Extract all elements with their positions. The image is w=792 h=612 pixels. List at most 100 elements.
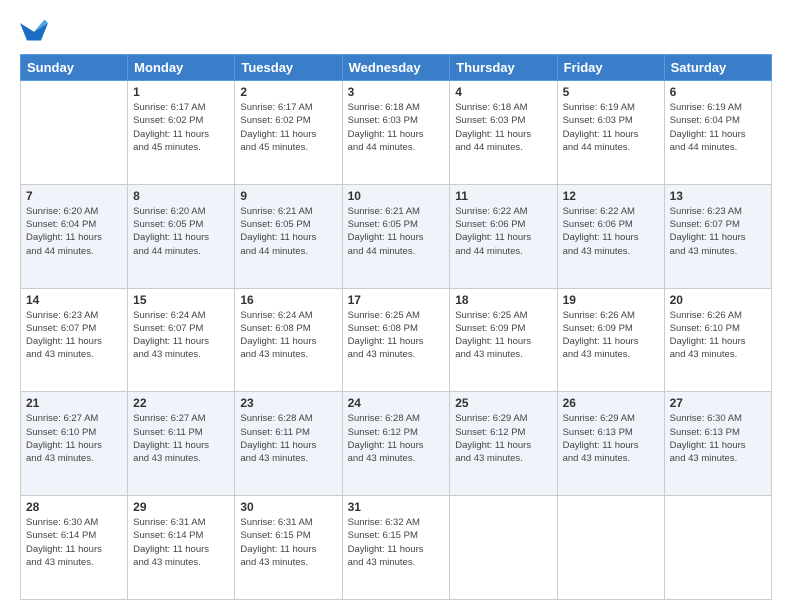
day-info: Sunrise: 6:18 AMSunset: 6:03 PMDaylight:… (455, 101, 551, 154)
header (20, 16, 772, 44)
calendar-week-row: 14 Sunrise: 6:23 AMSunset: 6:07 PMDayligh… (21, 288, 772, 392)
day-info: Sunrise: 6:28 AMSunset: 6:11 PMDaylight:… (240, 412, 336, 465)
day-header-wednesday: Wednesday (342, 55, 450, 81)
day-info: Sunrise: 6:22 AMSunset: 6:06 PMDaylight:… (563, 205, 659, 258)
day-number: 26 (563, 396, 659, 410)
calendar-cell (450, 496, 557, 600)
day-number: 27 (670, 396, 766, 410)
day-info: Sunrise: 6:20 AMSunset: 6:04 PMDaylight:… (26, 205, 122, 258)
day-info: Sunrise: 6:27 AMSunset: 6:11 PMDaylight:… (133, 412, 229, 465)
calendar-cell: 1 Sunrise: 6:17 AMSunset: 6:02 PMDaylight… (128, 81, 235, 185)
day-info: Sunrise: 6:24 AMSunset: 6:07 PMDaylight:… (133, 309, 229, 362)
day-number: 12 (563, 189, 659, 203)
day-number: 29 (133, 500, 229, 514)
day-number: 11 (455, 189, 551, 203)
calendar-week-row: 1 Sunrise: 6:17 AMSunset: 6:02 PMDaylight… (21, 81, 772, 185)
day-info: Sunrise: 6:31 AMSunset: 6:14 PMDaylight:… (133, 516, 229, 569)
calendar-cell: 26 Sunrise: 6:29 AMSunset: 6:13 PMDayligh… (557, 392, 664, 496)
calendar-week-row: 7Sunrise: 6:20 AMSunset: 6:04 PMDaylight… (21, 184, 772, 288)
day-number: 20 (670, 293, 766, 307)
day-info: Sunrise: 6:19 AMSunset: 6:04 PMDaylight:… (670, 101, 766, 154)
calendar-cell: 22 Sunrise: 6:27 AMSunset: 6:11 PMDayligh… (128, 392, 235, 496)
calendar-cell: 20 Sunrise: 6:26 AMSunset: 6:10 PMDayligh… (664, 288, 771, 392)
calendar-cell: 2 Sunrise: 6:17 AMSunset: 6:02 PMDaylight… (235, 81, 342, 185)
day-number: 21 (26, 396, 122, 410)
day-number: 30 (240, 500, 336, 514)
day-info: Sunrise: 6:17 AMSunset: 6:02 PMDaylight:… (240, 101, 336, 154)
day-number: 6 (670, 85, 766, 99)
day-info: Sunrise: 6:28 AMSunset: 6:12 PMDaylight:… (348, 412, 445, 465)
calendar-cell (21, 81, 128, 185)
logo (20, 16, 50, 44)
day-info: Sunrise: 6:29 AMSunset: 6:12 PMDaylight:… (455, 412, 551, 465)
calendar-cell: 10 Sunrise: 6:21 AMSunset: 6:05 PMDayligh… (342, 184, 450, 288)
calendar-cell: 23Sunrise: 6:28 AMSunset: 6:11 PMDayligh… (235, 392, 342, 496)
calendar-cell: 16 Sunrise: 6:24 AMSunset: 6:08 PMDayligh… (235, 288, 342, 392)
calendar-header-row: SundayMondayTuesdayWednesdayThursdayFrid… (21, 55, 772, 81)
day-number: 24 (348, 396, 445, 410)
calendar-week-row: 28 Sunrise: 6:30 AMSunset: 6:14 PMDayligh… (21, 496, 772, 600)
calendar-cell: 24 Sunrise: 6:28 AMSunset: 6:12 PMDayligh… (342, 392, 450, 496)
day-number: 18 (455, 293, 551, 307)
day-info: Sunrise: 6:30 AMSunset: 6:14 PMDaylight:… (26, 516, 122, 569)
day-number: 25 (455, 396, 551, 410)
day-number: 1 (133, 85, 229, 99)
calendar-cell: 25 Sunrise: 6:29 AMSunset: 6:12 PMDayligh… (450, 392, 557, 496)
calendar-cell: 19 Sunrise: 6:26 AMSunset: 6:09 PMDayligh… (557, 288, 664, 392)
day-number: 16 (240, 293, 336, 307)
day-info: Sunrise: 6:24 AMSunset: 6:08 PMDaylight:… (240, 309, 336, 362)
day-number: 5 (563, 85, 659, 99)
day-number: 14 (26, 293, 122, 307)
day-header-sunday: Sunday (21, 55, 128, 81)
day-info: Sunrise: 6:23 AMSunset: 6:07 PMDaylight:… (670, 205, 766, 258)
day-number: 17 (348, 293, 445, 307)
calendar-cell: 5 Sunrise: 6:19 AMSunset: 6:03 PMDaylight… (557, 81, 664, 185)
calendar-cell: 30 Sunrise: 6:31 AMSunset: 6:15 PMDayligh… (235, 496, 342, 600)
day-number: 9 (240, 189, 336, 203)
day-number: 28 (26, 500, 122, 514)
calendar-cell: 13Sunrise: 6:23 AMSunset: 6:07 PMDayligh… (664, 184, 771, 288)
calendar-cell: 8 Sunrise: 6:20 AMSunset: 6:05 PMDaylight… (128, 184, 235, 288)
day-info: Sunrise: 6:18 AMSunset: 6:03 PMDaylight:… (348, 101, 445, 154)
calendar-week-row: 21 Sunrise: 6:27 AMSunset: 6:10 PMDayligh… (21, 392, 772, 496)
day-number: 19 (563, 293, 659, 307)
calendar-cell: 31 Sunrise: 6:32 AMSunset: 6:15 PMDayligh… (342, 496, 450, 600)
day-number: 8 (133, 189, 229, 203)
calendar-cell: 14 Sunrise: 6:23 AMSunset: 6:07 PMDayligh… (21, 288, 128, 392)
day-info: Sunrise: 6:26 AMSunset: 6:09 PMDaylight:… (563, 309, 659, 362)
calendar-cell: 11 Sunrise: 6:22 AMSunset: 6:06 PMDayligh… (450, 184, 557, 288)
day-info: Sunrise: 6:23 AMSunset: 6:07 PMDaylight:… (26, 309, 122, 362)
day-info: Sunrise: 6:22 AMSunset: 6:06 PMDaylight:… (455, 205, 551, 258)
calendar-cell: 15Sunrise: 6:24 AMSunset: 6:07 PMDayligh… (128, 288, 235, 392)
day-number: 4 (455, 85, 551, 99)
calendar-cell: 7Sunrise: 6:20 AMSunset: 6:04 PMDaylight… (21, 184, 128, 288)
day-number: 10 (348, 189, 445, 203)
day-info: Sunrise: 6:25 AMSunset: 6:09 PMDaylight:… (455, 309, 551, 362)
calendar-cell: 4 Sunrise: 6:18 AMSunset: 6:03 PMDaylight… (450, 81, 557, 185)
calendar-cell: 18 Sunrise: 6:25 AMSunset: 6:09 PMDayligh… (450, 288, 557, 392)
day-info: Sunrise: 6:31 AMSunset: 6:15 PMDaylight:… (240, 516, 336, 569)
day-info: Sunrise: 6:20 AMSunset: 6:05 PMDaylight:… (133, 205, 229, 258)
calendar-cell: 27 Sunrise: 6:30 AMSunset: 6:13 PMDayligh… (664, 392, 771, 496)
calendar-cell: 6 Sunrise: 6:19 AMSunset: 6:04 PMDaylight… (664, 81, 771, 185)
day-info: Sunrise: 6:19 AMSunset: 6:03 PMDaylight:… (563, 101, 659, 154)
calendar-page: SundayMondayTuesdayWednesdayThursdayFrid… (0, 0, 792, 612)
day-info: Sunrise: 6:30 AMSunset: 6:13 PMDaylight:… (670, 412, 766, 465)
day-info: Sunrise: 6:29 AMSunset: 6:13 PMDaylight:… (563, 412, 659, 465)
day-header-thursday: Thursday (450, 55, 557, 81)
day-info: Sunrise: 6:21 AMSunset: 6:05 PMDaylight:… (348, 205, 445, 258)
day-number: 3 (348, 85, 445, 99)
calendar-cell (557, 496, 664, 600)
day-info: Sunrise: 6:26 AMSunset: 6:10 PMDaylight:… (670, 309, 766, 362)
day-number: 2 (240, 85, 336, 99)
day-info: Sunrise: 6:17 AMSunset: 6:02 PMDaylight:… (133, 101, 229, 154)
day-info: Sunrise: 6:32 AMSunset: 6:15 PMDaylight:… (348, 516, 445, 569)
calendar-cell: 9Sunrise: 6:21 AMSunset: 6:05 PMDaylight… (235, 184, 342, 288)
calendar-cell: 17Sunrise: 6:25 AMSunset: 6:08 PMDayligh… (342, 288, 450, 392)
day-number: 31 (348, 500, 445, 514)
day-number: 22 (133, 396, 229, 410)
calendar-cell: 21 Sunrise: 6:27 AMSunset: 6:10 PMDayligh… (21, 392, 128, 496)
day-header-monday: Monday (128, 55, 235, 81)
day-info: Sunrise: 6:27 AMSunset: 6:10 PMDaylight:… (26, 412, 122, 465)
calendar-cell (664, 496, 771, 600)
